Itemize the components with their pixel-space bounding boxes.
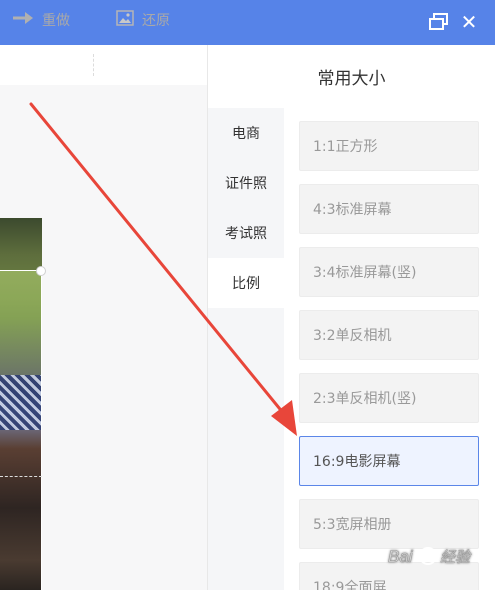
editor-toolbar [0,45,207,85]
crop-guide-line [0,476,42,477]
category-ratio[interactable]: 比例 [208,258,284,308]
close-icon[interactable]: ✕ [458,11,480,33]
restore-label: 还原 [142,13,170,29]
category-exam-photo[interactable]: 考试照 [208,208,284,258]
photo-preview-pattern [0,375,42,430]
window-restore-icon[interactable] [428,11,450,33]
ratio-option[interactable]: 3:2单反相机 [299,310,479,360]
redo-button[interactable]: 重做 [12,10,70,30]
svg-text:经验: 经验 [440,548,472,566]
restore-button[interactable]: 还原 [116,10,170,30]
ratio-option[interactable]: 2:3单反相机(竖) [299,373,479,423]
ratio-option[interactable]: 4:3标准屏幕 [299,184,479,234]
arrow-right-icon [12,11,34,29]
ratio-option-selected[interactable]: 16:9电影屏幕 [299,436,479,486]
svg-text:Bai: Bai [388,547,414,566]
crop-corner-handle[interactable] [36,266,46,276]
redo-label: 重做 [42,13,70,29]
panel-title: 常用大小 [317,69,386,89]
ratio-option[interactable]: 3:4标准屏幕(竖) [299,247,479,297]
toolbar-divider [93,54,94,76]
crop-frame-right[interactable] [41,270,42,590]
category-id-photo[interactable]: 证件照 [208,158,284,208]
category-ecommerce[interactable]: 电商 [208,108,284,158]
image-icon [116,10,134,30]
ratio-option[interactable]: 1:1正方形 [299,121,479,171]
title-bar [0,0,495,45]
photo-preview-highlight [0,270,42,390]
watermark-logo: Bai 经验 [382,538,490,574]
